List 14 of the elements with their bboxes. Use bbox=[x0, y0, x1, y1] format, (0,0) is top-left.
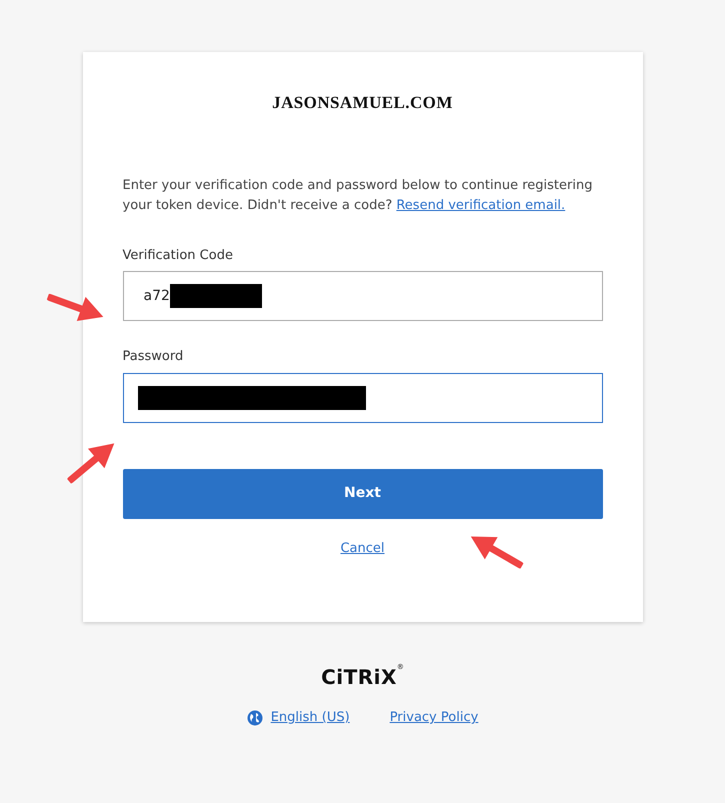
field-value: a72 bbox=[144, 286, 170, 306]
citrix-logo: CiTRiX bbox=[321, 664, 397, 691]
input-field[interactable] bbox=[122, 372, 602, 422]
input-field[interactable]: a72 bbox=[122, 271, 602, 321]
field-label: Verification Code bbox=[122, 246, 234, 264]
cancel-link[interactable]: Cancel bbox=[340, 538, 385, 558]
site-logo: JASONSAMUEL.COM bbox=[272, 92, 453, 114]
privacy-link[interactable]: Privacy Policy bbox=[390, 708, 478, 728]
instructions-text: Enter your verification code and password below to continue registering your token device. Didn't receive a code? Resend verification email. bbox=[122, 176, 594, 214]
language-link[interactable]: English (US) bbox=[270, 708, 350, 728]
globe-icon bbox=[246, 710, 263, 726]
resend-link[interactable]: Resend verification email. bbox=[396, 198, 566, 212]
next-button[interactable]: Next bbox=[122, 468, 602, 518]
field-label: Password bbox=[122, 348, 184, 366]
